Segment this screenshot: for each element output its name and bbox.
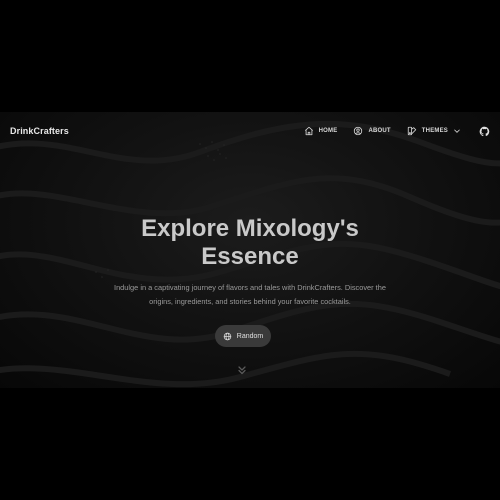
nav-links: HOME ABOUT THEMES <box>304 126 490 137</box>
nav-home-label: HOME <box>318 128 338 134</box>
nav-home[interactable]: HOME <box>304 126 338 136</box>
chevron-down-icon <box>454 129 460 133</box>
top-navbar: DrinkCrafters HOME ABOUT THEMES <box>0 112 500 150</box>
double-chevron-down-icon[interactable] <box>236 364 248 376</box>
nav-about-label: ABOUT <box>368 128 391 134</box>
home-icon <box>304 126 313 136</box>
brand-logo[interactable]: DrinkCrafters <box>10 126 69 136</box>
globe-icon <box>223 332 232 340</box>
hero-subtitle: Indulge in a captivating journey of flav… <box>90 281 410 309</box>
random-button-label: Random <box>236 332 264 340</box>
nav-themes-dropdown[interactable]: THEMES <box>407 126 461 136</box>
user-circle-icon <box>354 126 363 136</box>
palette-icon <box>407 126 416 136</box>
hero-subtitle-line2: origins, ingredients, and stories behind… <box>149 297 351 306</box>
random-button[interactable]: Random <box>215 325 271 347</box>
nav-themes-label: THEMES <box>421 128 448 134</box>
nav-about[interactable]: ABOUT <box>353 126 391 136</box>
hero-subtitle-line1: Indulge in a captivating journey of flav… <box>114 283 386 292</box>
hero-title-line2: Essence <box>201 243 299 270</box>
hero-title: Explore Mixology's Essence <box>0 215 500 271</box>
github-icon[interactable] <box>479 126 490 137</box>
hero-title-line1: Explore Mixology's <box>141 215 359 242</box>
